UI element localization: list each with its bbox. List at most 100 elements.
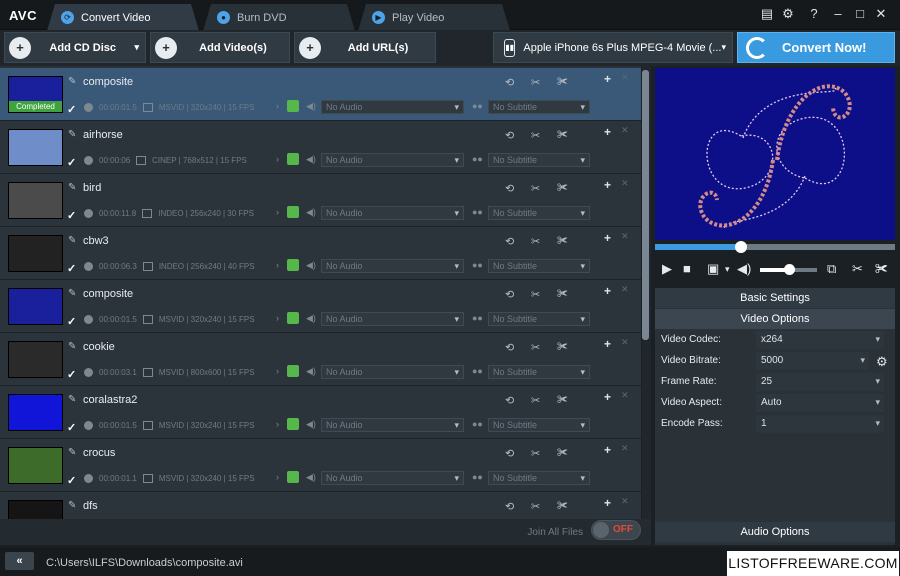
rotate-icon[interactable]: ⟲: [505, 76, 514, 89]
add-video-button[interactable]: + Add Video(s): [150, 32, 290, 63]
rotate-icon[interactable]: ⟲: [505, 500, 514, 513]
minimize-icon[interactable]: –: [829, 6, 847, 21]
video-thumbnail[interactable]: [8, 341, 63, 378]
edit-name-icon[interactable]: ✎: [68, 500, 76, 511]
setting-select[interactable]: x264: [756, 331, 884, 349]
rotate-icon[interactable]: ⟲: [505, 394, 514, 407]
edit-name-icon[interactable]: ✎: [68, 182, 76, 193]
add-icon[interactable]: +: [604, 337, 611, 351]
audio-track-icon[interactable]: [287, 206, 299, 218]
video-thumbnail[interactable]: [8, 394, 63, 431]
video-thumbnail[interactable]: [8, 129, 63, 166]
collapse-button[interactable]: «: [5, 552, 34, 570]
audio-track-icon[interactable]: [287, 418, 299, 430]
file-row[interactable]: ✎ cbw3 + ✕ ⟲ ✂ ✀ ✓ 00:00:06.3 INDEO | 256x240 | 4…: [0, 227, 641, 280]
crop-icon[interactable]: ⧉: [827, 261, 836, 277]
close-icon[interactable]: ✕: [621, 284, 629, 295]
close-icon[interactable]: ✕: [621, 496, 629, 507]
video-thumbnail[interactable]: [8, 182, 63, 219]
audio-track-icon[interactable]: [287, 100, 299, 112]
chevron-down-icon[interactable]: ▾: [134, 42, 139, 53]
subtitle-select[interactable]: No Subtitle: [488, 100, 590, 114]
trim-icon[interactable]: ✂: [531, 288, 540, 301]
checkbox[interactable]: ✓: [67, 474, 79, 487]
file-row[interactable]: ✎ cookie + ✕ ⟲ ✂ ✀ ✓ 00:00:03.1 MSVID | 800x600 |…: [0, 333, 641, 386]
audio-track-icon[interactable]: [287, 365, 299, 377]
add-cd-button[interactable]: + Add CD Disc ▾: [4, 32, 146, 63]
file-row[interactable]: ✎ airhorse + ✕ ⟲ ✂ ✀ ✓ 00:00:06 CINEP | 768x512 |…: [0, 121, 641, 174]
add-url-button[interactable]: + Add URL(s): [294, 32, 436, 63]
rotate-icon[interactable]: ⟲: [505, 129, 514, 142]
add-icon[interactable]: +: [604, 72, 611, 86]
scrollbar-thumb[interactable]: [642, 70, 649, 340]
add-icon[interactable]: +: [604, 496, 611, 510]
audio-select[interactable]: No Audio: [321, 259, 464, 273]
play-icon[interactable]: ▶: [662, 261, 672, 277]
subtitle-select[interactable]: No Subtitle: [488, 259, 590, 273]
file-row[interactable]: Completed ✎ composite + ✕ ⟲ ✂ ✀ ✓ 00:00:01.5 MSVID…: [0, 68, 641, 121]
subtitle-select[interactable]: No Subtitle: [488, 418, 590, 432]
gear-icon[interactable]: ⚙: [779, 6, 797, 22]
volume-icon[interactable]: ◀): [737, 261, 751, 277]
checkbox[interactable]: ✓: [67, 368, 79, 381]
audio-track-icon[interactable]: [287, 312, 299, 324]
checkbox[interactable]: ✓: [67, 156, 79, 169]
trim-icon[interactable]: ✂: [531, 394, 540, 407]
gear-icon[interactable]: ⚙: [876, 354, 888, 370]
subtitle-select[interactable]: No Subtitle: [488, 206, 590, 220]
close-icon[interactable]: ✕: [621, 337, 629, 348]
effect-icon[interactable]: ✀: [557, 288, 568, 301]
checkbox[interactable]: ✓: [67, 209, 79, 222]
effect-icon[interactable]: ✀: [557, 235, 568, 248]
subtitle-select[interactable]: No Subtitle: [488, 365, 590, 379]
chevron-down-icon[interactable]: ▾: [725, 264, 730, 275]
video-options-header[interactable]: Video Options: [655, 309, 895, 329]
setting-select[interactable]: 1: [756, 415, 884, 433]
rotate-icon[interactable]: ⟲: [505, 288, 514, 301]
effect-icon[interactable]: ✀: [557, 447, 568, 460]
edit-name-icon[interactable]: ✎: [68, 235, 76, 246]
effect-icon[interactable]: ✀: [557, 129, 568, 142]
close-icon[interactable]: ✕: [621, 125, 629, 136]
video-thumbnail[interactable]: [8, 447, 63, 484]
add-icon[interactable]: +: [604, 443, 611, 457]
convert-now-button[interactable]: Convert Now!: [737, 32, 895, 63]
effect-icon[interactable]: ✀: [875, 261, 888, 277]
add-icon[interactable]: +: [604, 284, 611, 298]
trim-icon[interactable]: ✂: [531, 182, 540, 195]
close-icon[interactable]: ✕: [621, 443, 629, 454]
subtitle-select[interactable]: No Subtitle: [488, 312, 590, 326]
edit-name-icon[interactable]: ✎: [68, 288, 76, 299]
close-icon[interactable]: ✕: [621, 72, 629, 83]
close-icon[interactable]: ✕: [621, 231, 629, 242]
tab-convert-video[interactable]: ⟳ Convert Video: [47, 4, 199, 31]
tab-burn-dvd[interactable]: ● Burn DVD: [203, 4, 355, 31]
audio-options-header[interactable]: Audio Options: [655, 522, 895, 542]
rotate-icon[interactable]: ⟲: [505, 447, 514, 460]
file-row[interactable]: ✎ crocus + ✕ ⟲ ✂ ✀ ✓ 00:00:01.1 MSVID | 320x240 |…: [0, 439, 641, 492]
help-icon[interactable]: ?: [805, 6, 823, 21]
audio-select[interactable]: No Audio: [321, 365, 464, 379]
audio-track-icon[interactable]: [287, 471, 299, 483]
maximize-icon[interactable]: □: [851, 6, 869, 21]
audio-select[interactable]: No Audio: [321, 100, 464, 114]
setting-select[interactable]: Auto: [756, 394, 884, 412]
audio-track-icon[interactable]: [287, 259, 299, 271]
setting-select[interactable]: 5000: [756, 352, 869, 370]
checkbox[interactable]: ✓: [67, 421, 79, 434]
effect-icon[interactable]: ✀: [557, 76, 568, 89]
video-thumbnail[interactable]: [8, 235, 63, 272]
edit-name-icon[interactable]: ✎: [68, 76, 76, 87]
video-thumbnail[interactable]: [8, 288, 63, 325]
effect-icon[interactable]: ✀: [557, 500, 568, 513]
rotate-icon[interactable]: ⟲: [505, 341, 514, 354]
volume-handle[interactable]: [783, 264, 795, 275]
basic-settings-header[interactable]: Basic Settings: [655, 288, 895, 308]
edit-name-icon[interactable]: ✎: [68, 447, 76, 458]
join-toggle[interactable]: OFF: [591, 520, 641, 540]
audio-track-icon[interactable]: [287, 153, 299, 165]
trim-icon[interactable]: ✂: [531, 447, 540, 460]
audio-select[interactable]: No Audio: [321, 418, 464, 432]
menu-icon[interactable]: ▤: [758, 6, 776, 22]
close-icon[interactable]: ✕: [621, 178, 629, 189]
